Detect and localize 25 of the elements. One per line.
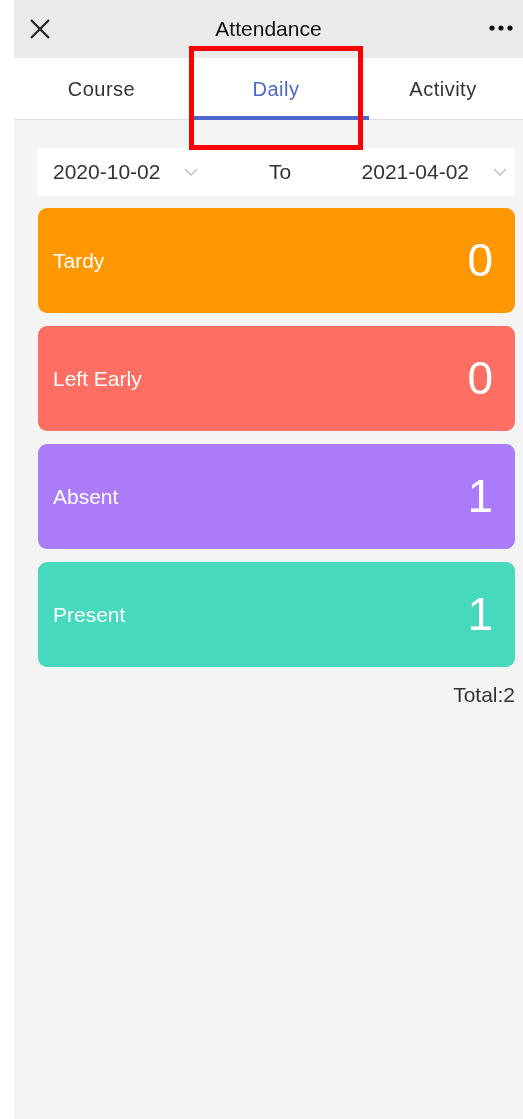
chevron-down-icon [184, 168, 199, 176]
date-picker[interactable]: 2020-10-02 [37, 156, 199, 188]
window-title: Attendance [215, 16, 322, 43]
stat-label: Absent [53, 483, 119, 510]
start-date: 2020-10-02 [53, 159, 161, 186]
close-icon [28, 16, 52, 41]
stat-count: 0 [467, 233, 493, 288]
more-icon [489, 25, 513, 31]
stat-card[interactable]: Left Early 0 [38, 326, 515, 431]
stat-count: 1 [467, 469, 493, 524]
stat-label: Left Early [53, 365, 142, 392]
tab[interactable]: Daily [246, 69, 306, 108]
close-button[interactable] [28, 16, 52, 40]
stat-count: 1 [467, 587, 493, 642]
end-date: 2021-04-02 [361, 159, 469, 186]
tab[interactable]: Activity [403, 69, 483, 108]
stat-label: Tardy [53, 247, 105, 274]
total-count: Total:2 [453, 682, 515, 708]
stat-label: Present [53, 601, 126, 628]
chevron-down-icon [493, 168, 507, 176]
stat-count: 0 [467, 351, 493, 406]
date-picker[interactable]: 2021-04-02 [361, 156, 515, 188]
stat-card[interactable]: Absent 1 [38, 444, 515, 549]
tab[interactable]: Course [61, 69, 142, 108]
date-separator: To [267, 159, 293, 186]
